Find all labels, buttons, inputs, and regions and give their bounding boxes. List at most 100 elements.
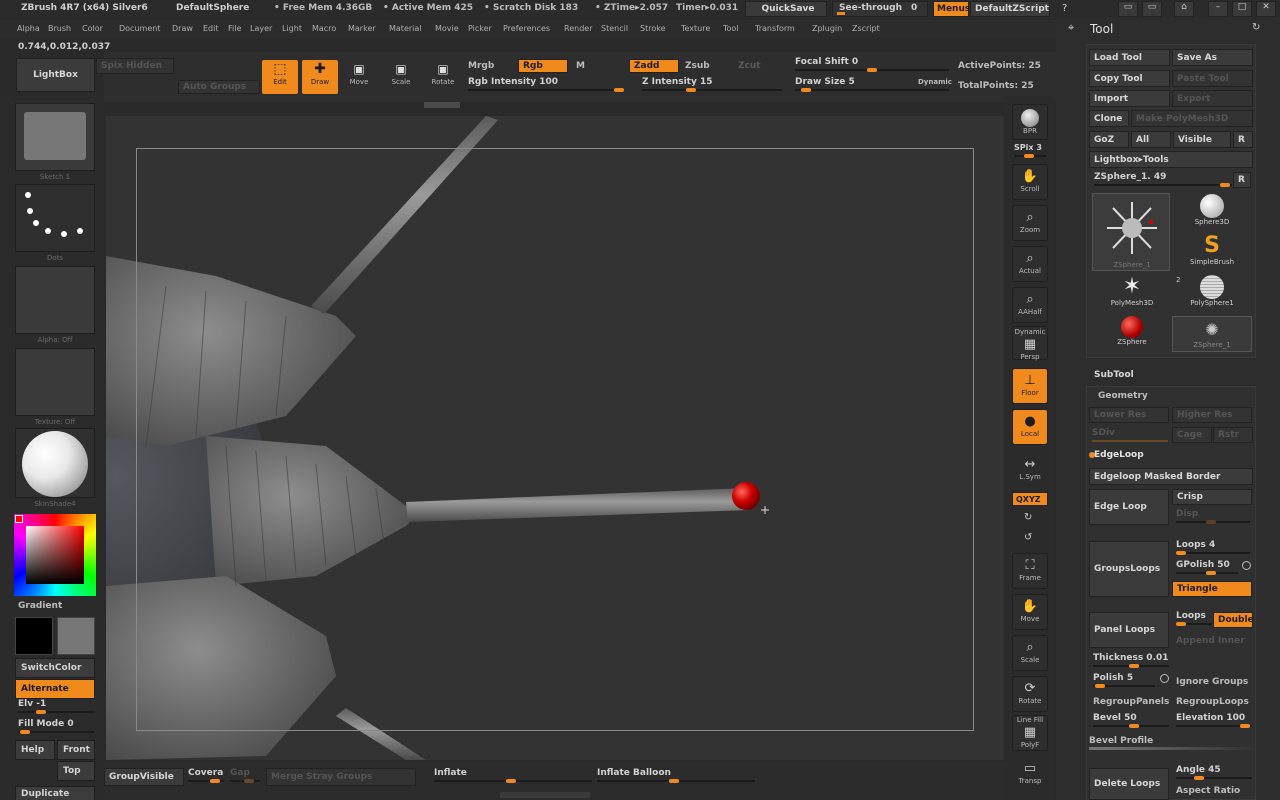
scale-button[interactable]: ⌕ Scale [1012,635,1048,671]
close-icon[interactable]: ✕ [1256,1,1276,17]
lightbox-tools-button[interactable]: Lightbox▸Tools [1089,151,1253,168]
menu-zscript[interactable]: Zscript [852,24,880,33]
persp-button[interactable]: Dynamic ▦ Persp [1012,326,1048,361]
menu-alpha[interactable]: Alpha [17,24,40,33]
gpolish-circle-icon[interactable] [1242,561,1251,570]
make-polymesh-button[interactable]: Make PolyMesh3D [1131,110,1253,127]
angle-slider[interactable]: Angle 45 [1176,765,1252,780]
current-tool-thumbnail[interactable]: ZSphere_1 [1092,193,1170,271]
menu-transform[interactable]: Transform [755,24,795,33]
bottom-scrollbar[interactable] [500,792,590,798]
menu-draw[interactable]: Draw [172,24,193,33]
edit-mode-button[interactable]: ⬚ Edit [262,60,298,94]
rstr-button[interactable]: Rstr [1213,427,1253,443]
disp-slider[interactable]: Disp [1176,509,1250,524]
tool-polymesh3d[interactable]: ✶ PolyMesh3D [1092,275,1172,313]
menu-marker[interactable]: Marker [348,24,376,33]
menu-picker[interactable]: Picker [468,24,492,33]
layout-icon-2[interactable]: ▭ [1142,1,1162,17]
regroup-loops-toggle[interactable]: RegroupLoops [1176,697,1249,707]
help-icon[interactable]: ? [1062,3,1076,15]
quicksave-button[interactable]: QuickSave [745,1,827,17]
bevel-slider[interactable]: Bevel 50 [1093,713,1169,728]
copy-tool-button[interactable]: Copy Tool [1089,70,1170,87]
gpolish-slider[interactable]: GPolish 50 [1176,560,1238,575]
menu-material[interactable]: Material [389,24,422,33]
tool-zsphere-1[interactable]: ✺ ZSphere_1 [1172,316,1252,352]
focal-shift-slider[interactable]: Focal Shift 0 [795,57,949,72]
elv-slider[interactable]: Elv -1 [18,699,94,714]
save-as-button[interactable]: Save As [1172,49,1253,66]
menu-movie[interactable]: Movie [435,24,459,33]
tool-zsphere[interactable]: ZSphere [1092,316,1172,354]
scale-mode-button[interactable]: ▣ Scale [384,60,418,94]
spix-hidden-button[interactable]: Spix Hidden [96,58,174,74]
polyf-button[interactable]: Line Fill ▦ PolyF [1012,715,1048,751]
loops-slider[interactable]: Loops 4 [1176,540,1250,555]
menu-stroke[interactable]: Stroke [640,24,666,33]
crisp-toggle[interactable]: Crisp [1172,489,1252,505]
menu-brush[interactable]: Brush [48,24,71,33]
z-intensity-slider[interactable]: Z Intensity 15 [642,77,782,92]
edgeloop-section[interactable]: EdgeLoop [1094,450,1144,460]
color-picker[interactable] [14,514,96,596]
auto-groups-button[interactable]: Auto Groups [178,80,260,94]
append-inner-toggle[interactable]: Append Inner [1176,636,1245,646]
coverage-slider[interactable]: Covera [188,768,224,783]
lower-res-button[interactable]: Lower Res [1089,407,1169,423]
secondary-color-swatch[interactable] [57,617,95,655]
panel-loops-button[interactable]: Panel Loops [1089,612,1169,648]
alpha-selector[interactable]: Alpha: Off [15,266,95,344]
merge-stray-groups-button[interactable]: Merge Stray Groups [266,768,416,786]
rotate-button[interactable]: ⟳ Rotate [1012,676,1048,712]
frame-button[interactable]: ⛶ Frame [1012,553,1048,589]
scroll-button[interactable]: ✋ Scroll [1012,164,1048,200]
panel-loops-slider[interactable]: Loops [1176,611,1212,626]
duplicate-button[interactable]: Duplicate [15,786,95,800]
edgeloop-masked-border-button[interactable]: Edgeloop Masked Border [1089,468,1253,485]
tool-pin-icon[interactable]: ⌖ [1068,21,1080,35]
inflate-balloon-slider[interactable]: Inflate Balloon [597,768,755,783]
material-selector[interactable]: SkinShade4 [15,428,95,508]
draw-mode-button[interactable]: ✚ Draw [302,60,338,94]
higher-res-button[interactable]: Higher Res [1172,407,1252,423]
gap-slider[interactable]: Gap [230,768,260,783]
help-button[interactable]: Help [15,740,55,760]
aahalf-button[interactable]: ⌕ AAHalf [1012,287,1048,323]
zsphere-tool-slider[interactable]: ZSphere_1. 49 [1094,172,1232,187]
clone-button[interactable]: Clone [1089,110,1129,127]
zcut-toggle[interactable]: Zcut [738,61,761,71]
rotate-mode-button[interactable]: ▣ Rotate [426,60,460,94]
rotate-y-icon[interactable]: ↻ [1024,512,1036,524]
cage-button[interactable]: Cage [1172,427,1212,443]
regroup-panels-toggle[interactable]: RegroupPanels [1093,697,1169,707]
m-toggle[interactable]: M [576,61,585,71]
top-button[interactable]: Top [57,761,95,781]
menu-tool[interactable]: Tool [723,24,739,33]
dynamic-toggle[interactable]: Dynamic [918,78,952,86]
refresh-icon[interactable]: ↻ [1252,22,1264,34]
toolbar-scrollbar[interactable] [424,102,460,108]
rgb-toggle[interactable]: Rgb [518,59,568,73]
rgb-intensity-slider[interactable]: Rgb Intensity 100 [468,77,624,92]
local-button[interactable]: ● Local [1012,409,1048,445]
tool-polysphere[interactable]: PolySphere1 [1172,275,1252,313]
bevel-profile-curve[interactable]: Bevel Profile [1089,736,1253,750]
fill-mode-slider[interactable]: Fill Mode 0 [18,719,94,734]
menu-color[interactable]: Color [82,24,103,33]
tool-sphere3d[interactable]: Sphere3D [1172,194,1252,232]
subtool-section[interactable]: SubTool [1090,366,1256,383]
xyz-button[interactable]: QXYZ [1012,492,1048,506]
menu-file[interactable]: File [228,24,241,33]
double-toggle[interactable]: Double [1213,612,1253,628]
aspect-ratio-slider[interactable]: Aspect Ratio [1176,786,1240,796]
menu-preferences[interactable]: Preferences [503,24,550,33]
see-through-slider[interactable]: See-through 0 [832,1,928,17]
menu-render[interactable]: Render [564,24,592,33]
menu-stencil[interactable]: Stencil [601,24,628,33]
minimize-icon[interactable]: – [1208,1,1228,17]
switch-color-button[interactable]: SwitchColor [15,658,95,678]
polish-slider[interactable]: Polish 5 [1093,673,1155,688]
stroke-selector[interactable]: Dots [15,184,95,262]
floor-button[interactable]: ⊥ Floor [1012,368,1048,404]
